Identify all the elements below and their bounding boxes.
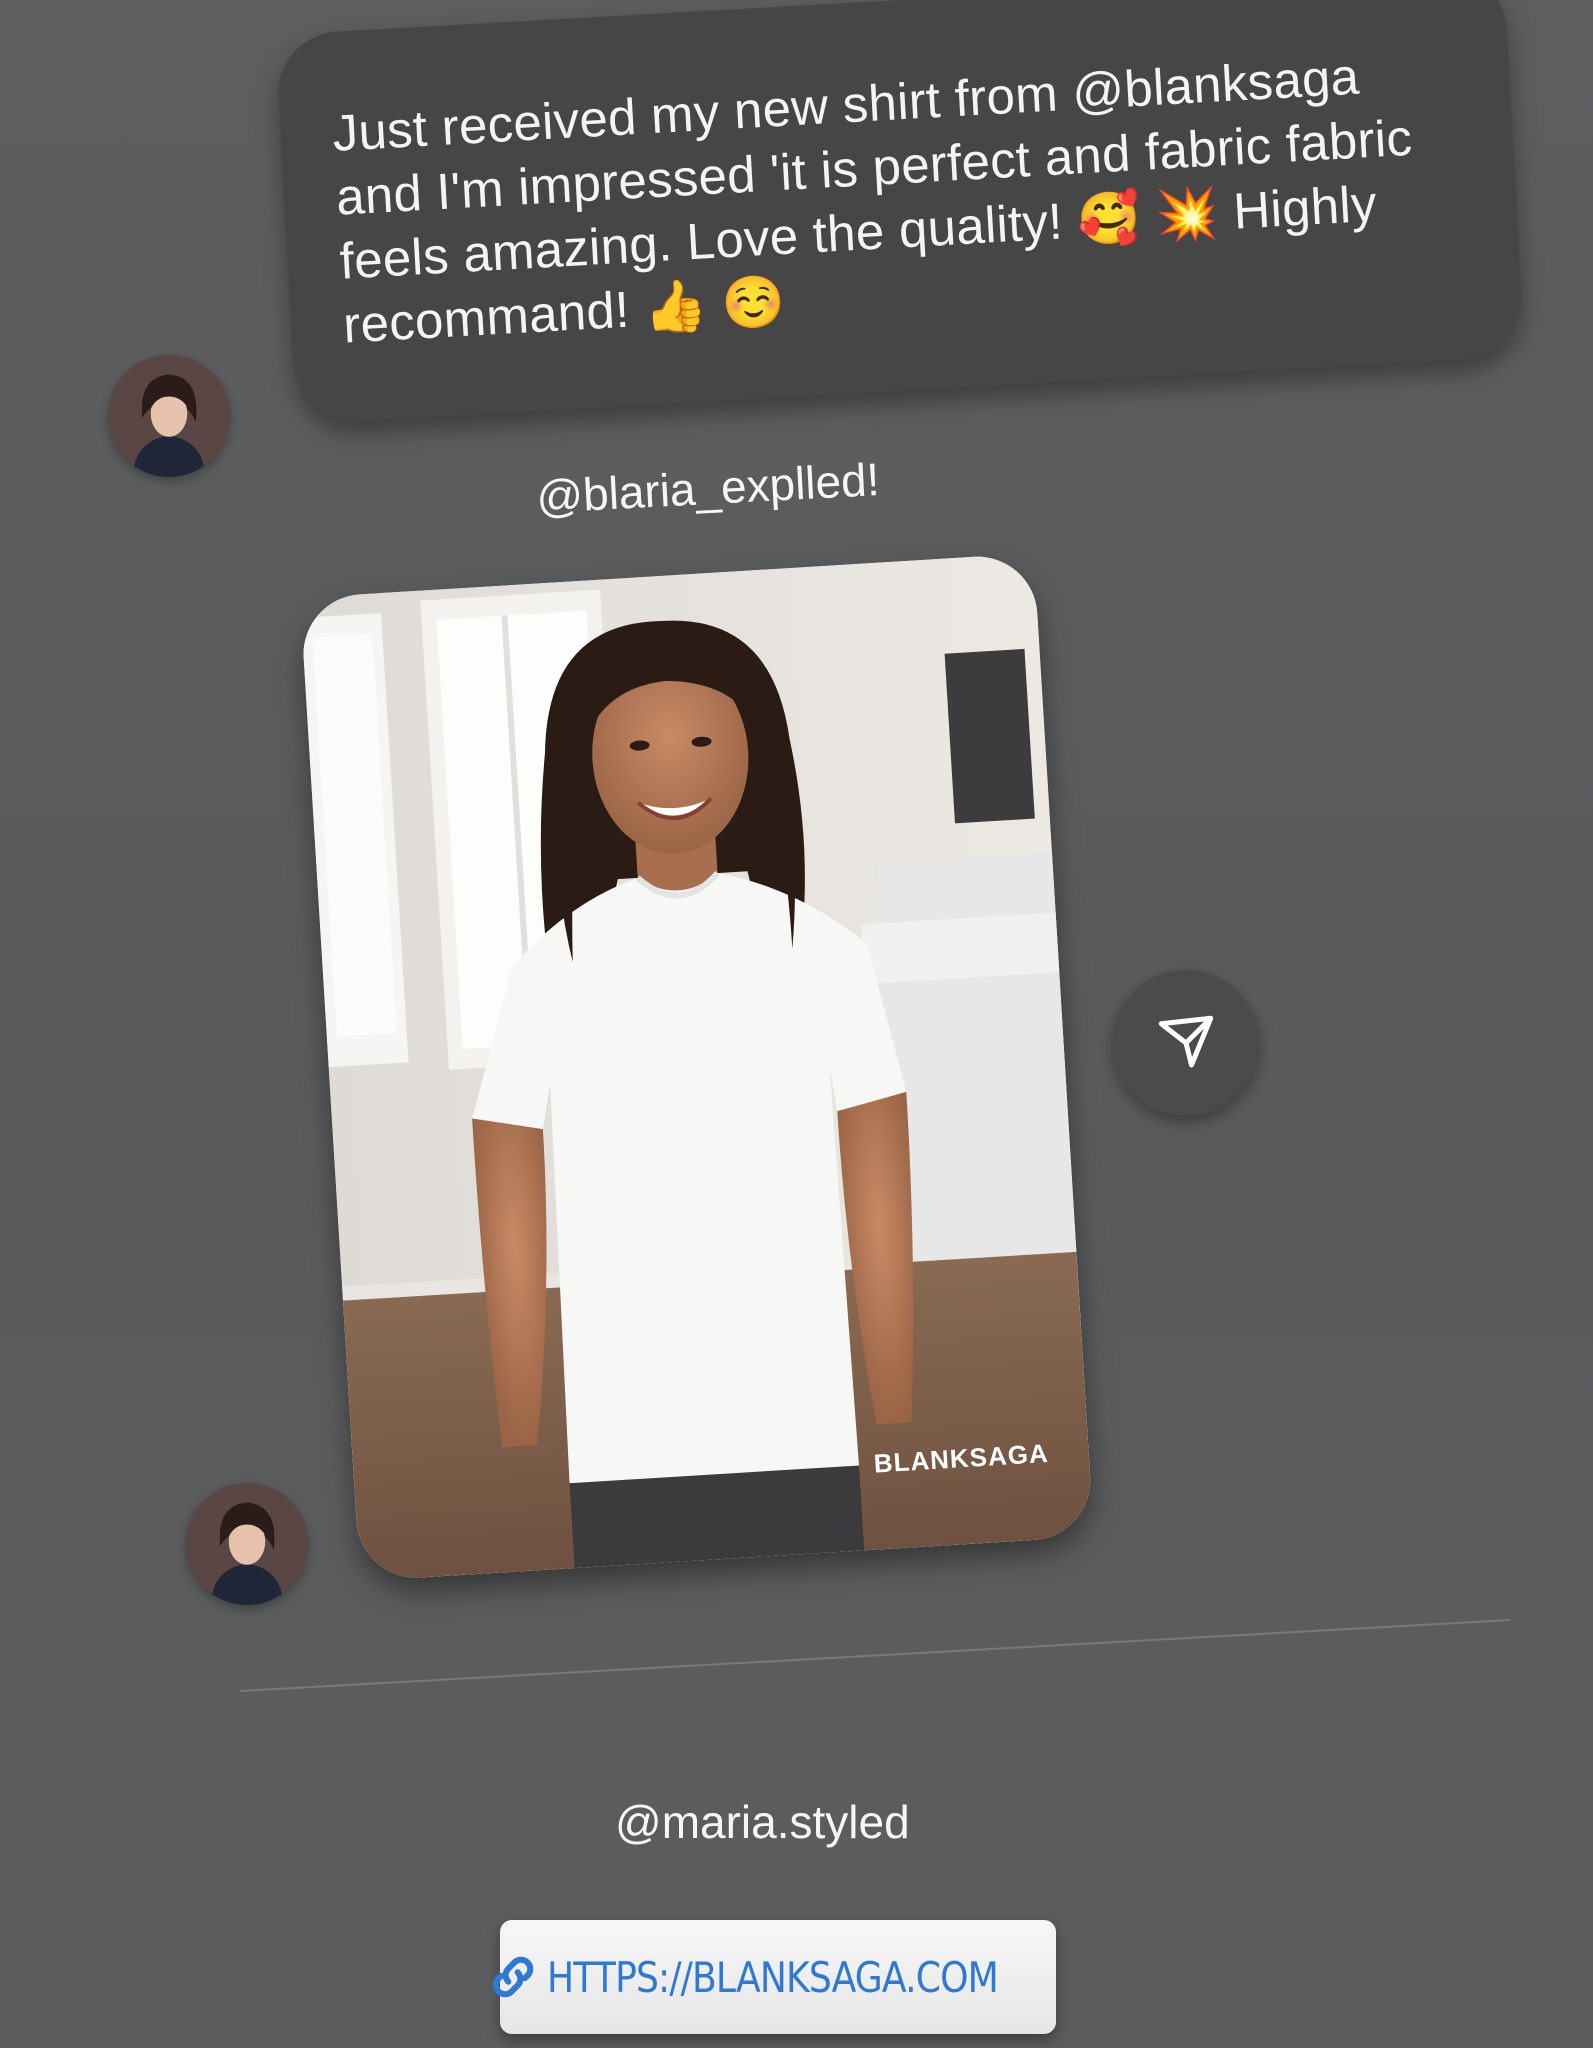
avatar-portrait [186,1483,308,1605]
post-photo[interactable]: BLANKSAGA [300,553,1094,1582]
post-handle[interactable]: @blaria_explled! [535,452,881,524]
link-url: HTTPS://BLANKSAGA.COM [546,1952,999,2002]
share-button[interactable] [1113,970,1259,1116]
avatar-portrait [108,355,230,477]
photo-woman-white-tshirt [300,553,1094,1582]
commenter-avatar[interactable] [186,1483,308,1605]
divider [240,1618,1511,1692]
chain-link-icon [485,1949,541,2005]
link-sticker[interactable]: HTTPS://BLANKSAGA.COM [492,1920,1056,2034]
message-bubble: Just received my new shirt from @blanksa… [275,0,1525,425]
send-arrow-icon [1158,1015,1214,1068]
message-text: Just received my new shirt from @blanksa… [330,47,1414,354]
sender-avatar[interactable] [108,355,230,477]
username-handle[interactable]: @maria.styled [615,1795,910,1849]
